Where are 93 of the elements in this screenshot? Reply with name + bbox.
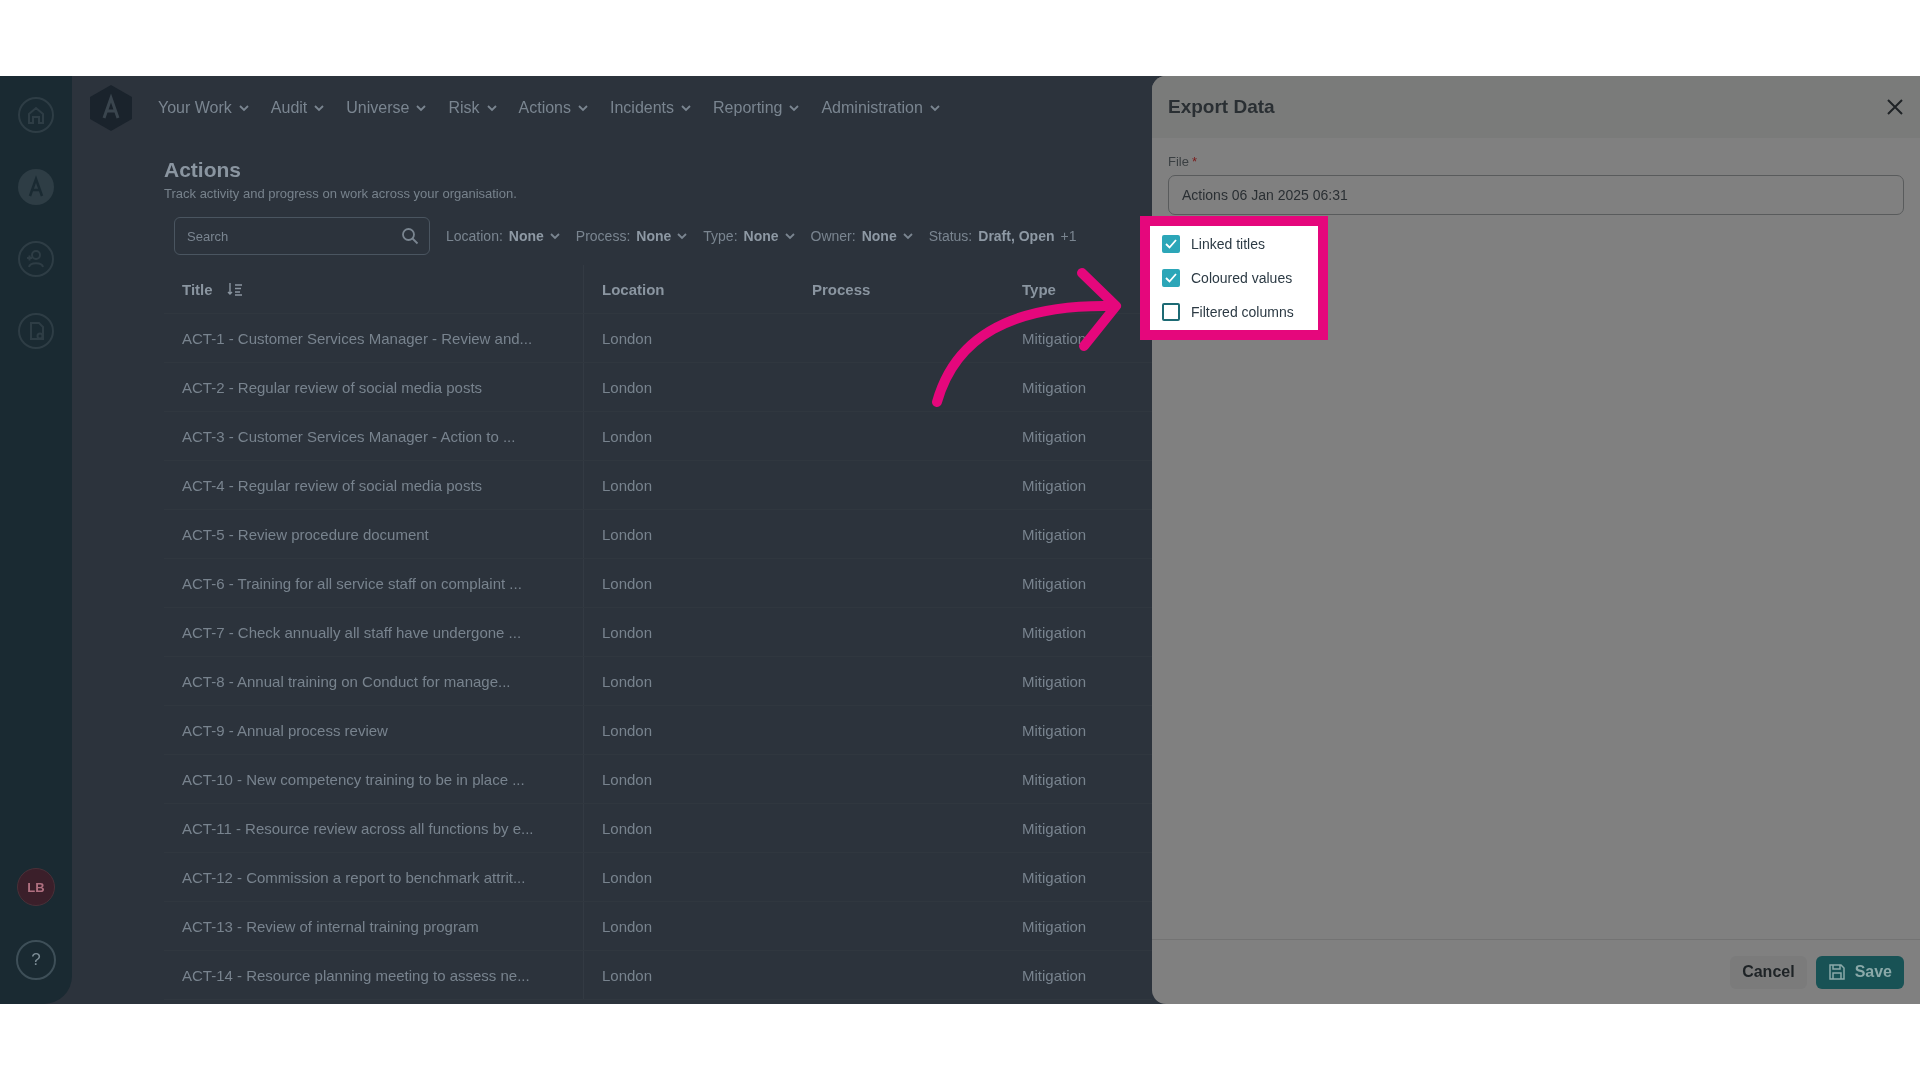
table-cell-text: Mitigation: [1021, 475, 1088, 496]
checkbox[interactable]: [1162, 269, 1180, 287]
save-button[interactable]: Save: [1815, 955, 1904, 989]
table-cell-text: London: [601, 671, 654, 692]
close-button[interactable]: [1886, 98, 1904, 116]
nav-menu[interactable]: Actions: [518, 99, 588, 117]
table-cell-text: Mitigation: [1021, 818, 1088, 839]
filter-dropdown[interactable]: Status: Draft, Open: [928, 228, 1055, 244]
table-cell[interactable]: ACT-5 - Review procedure document: [164, 510, 584, 558]
table-cell-text: London: [601, 328, 654, 349]
chevron-down-icon: [238, 104, 249, 112]
close-icon: [1886, 98, 1904, 116]
chevron-down-icon: [549, 232, 560, 240]
table-cell-text: London: [601, 573, 654, 594]
table-cell[interactable]: ACT-13 - Review of internal training program: [164, 902, 584, 950]
page-subtitle: Track activity and progress on work across your organisation.: [164, 186, 518, 201]
checkbox[interactable]: [1162, 303, 1180, 321]
table-cell-text: London: [601, 475, 654, 496]
chevron-down-icon: [784, 232, 795, 240]
table-cell[interactable]: ACT-9 - Annual process review: [164, 706, 584, 754]
nav-menu[interactable]: Your Work: [158, 99, 249, 117]
filter-dropdown[interactable]: Location: None: [446, 228, 560, 244]
table-cell-text: Mitigation: [1021, 328, 1088, 349]
table-cell-text: London: [601, 867, 654, 888]
table-cell-text: London: [601, 377, 654, 398]
column-header[interactable]: Title: [182, 280, 213, 298]
filter-dropdown[interactable]: Owner: None: [810, 228, 913, 244]
table-cell[interactable]: ACT-2 - Regular review of social media posts: [164, 363, 584, 411]
checkbox[interactable]: [1162, 235, 1180, 253]
table-cell[interactable]: ACT-8 - Annual training on Conduct for manage...: [164, 657, 584, 705]
table-cell-text: Mitigation: [1021, 524, 1088, 545]
table-cell[interactable]: ACT-14 - Resource planning meeting to assess ne...: [164, 951, 584, 999]
table-cell-text: Mitigation: [1021, 769, 1088, 790]
chevron-down-icon: [416, 104, 427, 112]
table-cell[interactable]: ACT-3 - Customer Services Manager - Action to ...: [164, 412, 584, 460]
filter-count: +1: [1060, 228, 1077, 244]
table-cell-text: Mitigation: [1021, 426, 1088, 447]
chevron-down-icon: [902, 232, 913, 240]
table-cell[interactable]: ACT-10 - New competency training to be in place ...: [164, 755, 584, 803]
nav-menu[interactable]: Incidents: [610, 99, 692, 117]
nav-menu[interactable]: Universe: [346, 99, 427, 117]
nav-menu[interactable]: Reporting: [713, 99, 800, 117]
search-icon: [401, 227, 419, 245]
chevron-down-icon: [681, 104, 692, 112]
chevron-down-icon: [578, 104, 588, 112]
table-cell-text: London: [601, 965, 654, 986]
table-cell-text: London: [601, 622, 654, 643]
table-cell-text: Mitigation: [1021, 965, 1088, 986]
required-mark: *: [1191, 154, 1197, 169]
chevron-down-icon: [486, 104, 497, 112]
sort-icon[interactable]: [226, 282, 243, 296]
nav-menu[interactable]: Risk: [448, 99, 497, 117]
column-header: Type: [1021, 279, 1057, 300]
table-cell-text: London: [601, 916, 654, 937]
field-label: File: [1168, 154, 1189, 169]
table-cell[interactable]: ACT-7 - Check annually all staff have undergone ...: [164, 608, 584, 656]
column-header: Process: [811, 279, 872, 300]
table-cell[interactable]: ACT-1 - Customer Services Manager - Review and...: [164, 314, 584, 362]
table-cell[interactable]: ACT-6 - Training for all service staff on complaint ...: [164, 559, 584, 607]
chevron-down-icon: [677, 232, 688, 240]
checkbox-label[interactable]: Coloured values: [1191, 270, 1293, 286]
table-cell-text: London: [601, 720, 654, 741]
table-cell-text: Mitigation: [1021, 671, 1088, 692]
chevron-down-icon: [314, 104, 325, 112]
filter-dropdown[interactable]: Type: None: [703, 228, 795, 244]
table-cell-text: Mitigation: [1021, 916, 1088, 937]
table-cell-text: London: [601, 426, 654, 447]
table-cell[interactable]: ACT-11 - Resource review across all functions by e...: [164, 804, 584, 852]
nav-menu[interactable]: Administration: [821, 99, 940, 117]
table-cell-text: Mitigation: [1021, 720, 1088, 741]
chevron-down-icon: [929, 104, 940, 112]
page-title: Actions: [164, 158, 242, 182]
column-header: Location: [601, 279, 666, 300]
table-cell-text: Mitigation: [1021, 377, 1088, 398]
table-cell[interactable]: ACT-12 - Commission a report to benchmark attrit...: [164, 853, 584, 901]
table-cell-text: London: [601, 769, 654, 790]
table-cell-text: Mitigation: [1021, 622, 1088, 643]
checkbox-label[interactable]: Linked titles: [1191, 236, 1265, 252]
help-button[interactable]: ?: [16, 940, 56, 980]
filter-dropdown[interactable]: Process: None: [575, 228, 688, 244]
user-avatar[interactable]: LB: [17, 868, 55, 906]
cancel-button[interactable]: Cancel: [1730, 955, 1807, 989]
table-cell-text: London: [601, 524, 654, 545]
chevron-down-icon: [789, 104, 800, 112]
checkbox-label[interactable]: Filtered columns: [1191, 304, 1294, 320]
nav-menu[interactable]: Audit: [270, 99, 325, 117]
search-field[interactable]: Search: [174, 217, 430, 255]
table-cell[interactable]: ACT-4 - Regular review of social media posts: [164, 461, 584, 509]
panel-title: Export Data: [1168, 96, 1275, 118]
table-cell-text: Mitigation: [1021, 573, 1088, 594]
table-cell-text: London: [601, 818, 654, 839]
table-cell-text: Mitigation: [1021, 867, 1088, 888]
file-name-field[interactable]: Actions 06 Jan 2025 06:31: [1168, 175, 1904, 215]
